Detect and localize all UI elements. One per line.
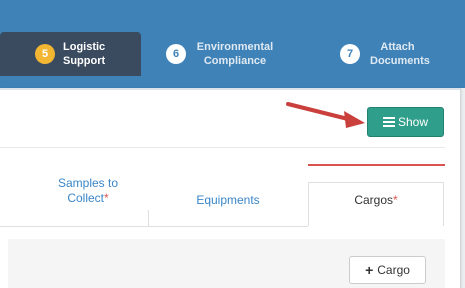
- tab-strip-border: [0, 226, 308, 227]
- show-button-label: Show: [397, 115, 429, 129]
- tab-label-line2: Collect: [67, 191, 104, 205]
- add-cargo-button[interactable]: + Cargo: [349, 256, 426, 284]
- plus-icon: +: [365, 262, 374, 278]
- section-divider: [0, 147, 445, 148]
- tab-cargos[interactable]: Cargos*: [308, 193, 444, 207]
- tab-separator: [148, 210, 149, 226]
- tab-label-line1: Samples to: [57, 176, 119, 190]
- show-button[interactable]: Show: [367, 107, 444, 137]
- required-mark: *: [104, 191, 109, 205]
- tab-equipments[interactable]: Equipments: [148, 193, 308, 207]
- tab-label: Equipments: [196, 193, 260, 207]
- list-icon: [382, 117, 395, 127]
- tab-label: Cargos: [354, 193, 393, 207]
- required-mark: *: [393, 193, 398, 207]
- active-tab-indicator: [308, 164, 445, 166]
- tab-samples-to-collect[interactable]: Samples to Collect*: [28, 176, 148, 206]
- add-cargo-label: Cargo: [377, 263, 410, 277]
